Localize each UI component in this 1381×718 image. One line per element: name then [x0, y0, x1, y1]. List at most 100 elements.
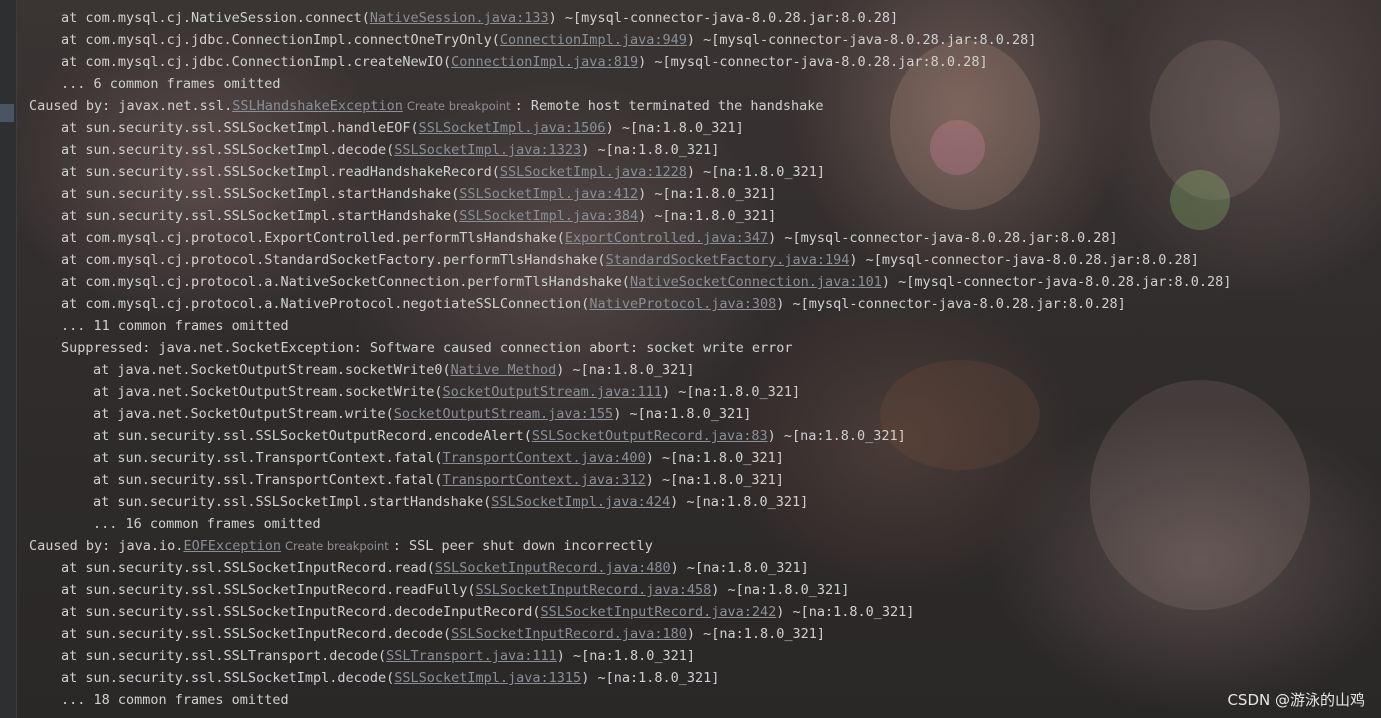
- source-link[interactable]: EOFException: [183, 538, 281, 554]
- source-link[interactable]: SocketOutputStream.java:111: [443, 384, 662, 400]
- source-link[interactable]: SSLSocketInputRecord.java:180: [451, 626, 687, 642]
- source-link[interactable]: SSLSocketInputRecord.java:458: [476, 582, 712, 598]
- console-line-text: ... 6 common frames omitted: [61, 76, 281, 92]
- source-link[interactable]: SSLSocketImpl.java:384: [459, 208, 638, 224]
- console-line-text: at sun.security.ssl.SSLSocketImpl.decode…: [61, 670, 395, 686]
- console-line-text: at com.mysql.cj.jdbc.ConnectionImpl.crea…: [61, 54, 452, 70]
- console-line: at com.mysql.cj.protocol.ExportControlle…: [29, 227, 1381, 249]
- console-line-text: at sun.security.ssl.SSLSocketImpl.startH…: [61, 208, 460, 224]
- console-line-suffix: ) ~[na:1.8.0_321]: [670, 560, 809, 576]
- console-line: at sun.security.ssl.SSLSocketImpl.startH…: [29, 183, 1381, 205]
- console-line-suffix: ) ~[na:1.8.0_321]: [670, 494, 809, 510]
- console-line-text: Suppressed: java.net.SocketException: So…: [61, 340, 793, 356]
- console-line-text: ... 16 common frames omitted: [93, 516, 321, 532]
- console-line: at sun.security.ssl.SSLSocketInputRecord…: [29, 601, 1381, 623]
- console-line-text: ... 18 common frames omitted: [61, 692, 289, 708]
- source-link[interactable]: SSLTransport.java:111: [386, 648, 557, 664]
- console-line-text: at java.net.SocketOutputStream.socketWri…: [93, 362, 451, 378]
- source-link[interactable]: ExportControlled.java:347: [565, 230, 768, 246]
- console-line-suffix: ) ~[mysql-connector-java-8.0.28.jar:8.0.…: [686, 32, 1037, 48]
- source-link[interactable]: SSLSocketImpl.java:412: [459, 186, 638, 202]
- editor-gutter: [0, 0, 17, 718]
- console-line: at com.mysql.cj.jdbc.ConnectionImpl.crea…: [29, 51, 1381, 73]
- console-line-text: at com.mysql.cj.protocol.ExportControlle…: [61, 230, 565, 246]
- console-line-suffix: ) ~[na:1.8.0_321]: [556, 362, 695, 378]
- source-link[interactable]: SSLSocketInputRecord.java:480: [435, 560, 671, 576]
- console-line-text: at com.mysql.cj.protocol.a.NativeSocketC…: [61, 274, 630, 290]
- console-line-suffix: : Remote host terminated the handshake: [514, 98, 824, 114]
- console-line: at sun.security.ssl.SSLSocketOutputRecor…: [29, 425, 1381, 447]
- console-line-text: at com.mysql.cj.protocol.a.NativeProtoco…: [61, 296, 590, 312]
- gutter-marker: [0, 104, 14, 122]
- console-line-text: at sun.security.ssl.SSLSocketInputRecord…: [61, 560, 435, 576]
- console-line-suffix: ) ~[na:1.8.0_321]: [638, 208, 777, 224]
- console-line: at sun.security.ssl.SSLSocketInputRecord…: [29, 579, 1381, 601]
- watermark: CSDN @游泳的山鸡: [1227, 691, 1365, 709]
- console-line-suffix: ) ~[na:1.8.0_321]: [613, 406, 752, 422]
- console-line-text: at sun.security.ssl.SSLSocketInputRecord…: [61, 626, 452, 642]
- console-line-suffix: : SSL peer shut down incorrectly: [392, 538, 653, 554]
- console-line: ... 16 common frames omitted: [29, 513, 1381, 535]
- console-line-suffix: ) ~[na:1.8.0_321]: [581, 670, 720, 686]
- source-link[interactable]: ConnectionImpl.java:819: [451, 54, 638, 70]
- console-line-suffix: ) ~[mysql-connector-java-8.0.28.jar:8.0.…: [638, 54, 988, 70]
- console-line-suffix: ) ~[na:1.8.0_321]: [581, 142, 720, 158]
- source-link[interactable]: Native Method: [451, 362, 557, 378]
- console-line: at com.mysql.cj.jdbc.ConnectionImpl.conn…: [29, 29, 1381, 51]
- source-link[interactable]: SSLSocketOutputRecord.java:83: [532, 428, 768, 444]
- console-line: at sun.security.ssl.SSLSocketImpl.readHa…: [29, 161, 1381, 183]
- source-link[interactable]: TransportContext.java:312: [443, 472, 646, 488]
- source-link[interactable]: ConnectionImpl.java:949: [500, 32, 687, 48]
- source-link[interactable]: StandardSocketFactory.java:194: [606, 252, 850, 268]
- source-link[interactable]: SSLSocketImpl.java:1228: [500, 164, 687, 180]
- console-line-suffix: ) ~[na:1.8.0_321]: [686, 164, 826, 180]
- console-line-text: ... 11 common frames omitted: [61, 318, 289, 334]
- console-line-text: at java.net.SocketOutputStream.socketWri…: [93, 384, 443, 400]
- console-line-text: at sun.security.ssl.TransportContext.fat…: [93, 450, 443, 466]
- console-line: Caused by: java.io.EOFException Create br…: [29, 535, 1381, 557]
- console-line: at sun.security.ssl.SSLTransport.decode(…: [29, 645, 1381, 667]
- console-line-text: at sun.security.ssl.SSLSocketInputRecord…: [61, 604, 541, 620]
- console-line: at sun.security.ssl.TransportContext.fat…: [29, 469, 1381, 491]
- console-line-suffix: ) ~[na:1.8.0_321]: [556, 648, 695, 664]
- source-link[interactable]: NativeSocketConnection.java:101: [630, 274, 882, 290]
- create-breakpoint-hint[interactable]: Create breakpoint: [281, 539, 393, 553]
- console-line: at sun.security.ssl.SSLSocketInputRecord…: [29, 623, 1381, 645]
- console-line: at sun.security.ssl.SSLSocketImpl.decode…: [29, 139, 1381, 161]
- console-line: at sun.security.ssl.SSLSocketInputRecord…: [29, 557, 1381, 579]
- console-line-suffix: ) ~[na:1.8.0_321]: [605, 120, 744, 136]
- console-line-text: at sun.security.ssl.SSLTransport.decode(: [61, 648, 387, 664]
- source-link[interactable]: SSLSocketImpl.java:1315: [394, 670, 581, 686]
- source-link[interactable]: SSLSocketImpl.java:424: [491, 494, 670, 510]
- create-breakpoint-hint[interactable]: Create breakpoint: [403, 99, 515, 113]
- console-output[interactable]: at com.mysql.cj.NativeSession.connect(Na…: [29, 7, 1381, 711]
- console-line-text: at sun.security.ssl.TransportContext.fat…: [93, 472, 443, 488]
- source-link[interactable]: SocketOutputStream.java:155: [394, 406, 613, 422]
- console-line: at sun.security.ssl.TransportContext.fat…: [29, 447, 1381, 469]
- console-line: at sun.security.ssl.SSLSocketImpl.decode…: [29, 667, 1381, 689]
- source-link[interactable]: SSLSocketImpl.java:1506: [419, 120, 606, 136]
- console-line-suffix: ) ~[na:1.8.0_321]: [645, 472, 784, 488]
- console-line-text: at sun.security.ssl.SSLSocketInputRecord…: [61, 582, 476, 598]
- console-line-suffix: ) ~[na:1.8.0_321]: [645, 450, 784, 466]
- console-line: at com.mysql.cj.protocol.a.NativeSocketC…: [29, 271, 1381, 293]
- console-line-text: at sun.security.ssl.SSLSocketOutputRecor…: [93, 428, 532, 444]
- console-line-suffix: ) ~[na:1.8.0_321]: [767, 428, 906, 444]
- console-line: at com.mysql.cj.protocol.a.NativeProtoco…: [29, 293, 1381, 315]
- console-line: Suppressed: java.net.SocketException: So…: [29, 337, 1381, 359]
- source-link[interactable]: SSLHandshakeException: [232, 98, 403, 114]
- source-link[interactable]: TransportContext.java:400: [443, 450, 646, 466]
- console-line: at sun.security.ssl.SSLSocketImpl.handle…: [29, 117, 1381, 139]
- console-line-suffix: ) ~[mysql-connector-java-8.0.28.jar:8.0.…: [776, 296, 1126, 312]
- console-line-text: at java.net.SocketOutputStream.write(: [93, 406, 394, 422]
- source-link[interactable]: SSLSocketInputRecord.java:242: [541, 604, 777, 620]
- console-line: ... 18 common frames omitted: [29, 689, 1381, 711]
- console-line: at java.net.SocketOutputStream.socketWri…: [29, 359, 1381, 381]
- source-link[interactable]: NativeSession.java:133: [370, 10, 549, 26]
- console-line-suffix: ) ~[na:1.8.0_321]: [661, 384, 801, 400]
- source-link[interactable]: NativeProtocol.java:308: [589, 296, 776, 312]
- console-line: at java.net.SocketOutputStream.socketWri…: [29, 381, 1381, 403]
- console-line-suffix: ) ~[na:1.8.0_321]: [776, 604, 915, 620]
- console-line-suffix: ) ~[na:1.8.0_321]: [638, 186, 777, 202]
- source-link[interactable]: SSLSocketImpl.java:1323: [394, 142, 581, 158]
